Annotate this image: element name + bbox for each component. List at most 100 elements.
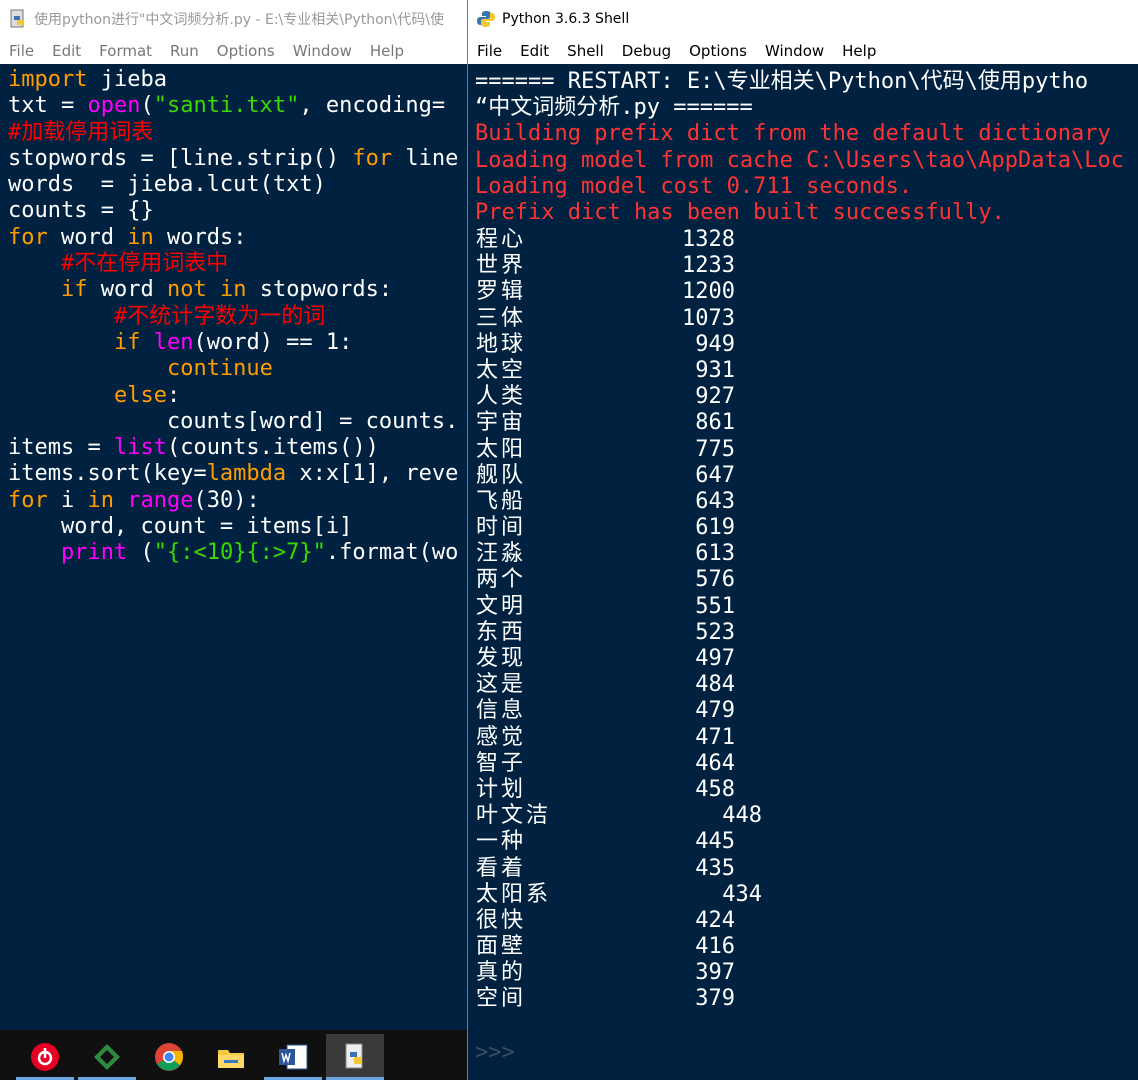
frequency-row: 两个 576 bbox=[476, 567, 762, 593]
count-cell: 1233 bbox=[682, 253, 735, 279]
stderr-line: Loading model cost 0.711 seconds. bbox=[475, 173, 913, 199]
frequency-row: 人类 927 bbox=[476, 384, 762, 410]
menu-edit[interactable]: Edit bbox=[43, 42, 90, 60]
count-cell: 445 bbox=[695, 829, 735, 855]
menu-debug[interactable]: Debug bbox=[613, 42, 680, 60]
menu-edit[interactable]: Edit bbox=[511, 42, 558, 60]
editor-window: 使用python进行"中文词频分析.py - E:\专业相关\Python\代码… bbox=[0, 0, 467, 1030]
count-cell: 416 bbox=[695, 934, 735, 960]
count-cell: 484 bbox=[695, 672, 735, 698]
count-cell: 497 bbox=[695, 646, 735, 671]
menu-help[interactable]: Help bbox=[833, 42, 885, 60]
editor-titlebar[interactable]: 使用python进行"中文词频分析.py - E:\专业相关\Python\代码… bbox=[0, 0, 467, 38]
frequency-row: 时间 619 bbox=[476, 515, 762, 541]
word-cell: 三体 bbox=[476, 305, 527, 331]
code-editor[interactable]: import jieba txt = open("santi.txt", enc… bbox=[8, 67, 458, 567]
frequency-row: 看着 435 bbox=[476, 856, 762, 882]
chrome-icon[interactable] bbox=[140, 1034, 198, 1080]
word-cell: 智子 bbox=[476, 750, 527, 776]
shell-titlebar[interactable]: Python 3.6.3 Shell bbox=[468, 0, 1138, 38]
count-cell: 523 bbox=[695, 619, 735, 645]
shell-title: Python 3.6.3 Shell bbox=[502, 11, 630, 27]
word-cell: 舰队 bbox=[476, 462, 527, 488]
word-cell: 宇宙 bbox=[476, 410, 527, 436]
count-cell: 861 bbox=[695, 410, 735, 436]
word-cell: 世界 bbox=[476, 253, 527, 279]
count-cell: 643 bbox=[695, 488, 735, 514]
count-cell: 479 bbox=[695, 698, 735, 724]
word-frequency-list: 程心 1328 世界 1233 罗辑 1200 三体 1073 地球 949 太空 931 人类 927 宇… bbox=[476, 227, 762, 1013]
shell-window: Python 3.6.3 Shell File Edit Shell Debug… bbox=[467, 0, 1138, 1080]
frequency-row: 东西 523 bbox=[476, 620, 762, 646]
menu-window[interactable]: Window bbox=[284, 42, 361, 60]
menu-shell[interactable]: Shell bbox=[558, 42, 613, 60]
dev-tool-icon[interactable] bbox=[78, 1034, 136, 1080]
menu-options[interactable]: Options bbox=[208, 42, 284, 60]
file-explorer-icon[interactable] bbox=[202, 1034, 260, 1080]
netease-music-icon[interactable] bbox=[16, 1034, 74, 1080]
word-icon[interactable] bbox=[264, 1034, 322, 1080]
word-cell: 真的 bbox=[476, 960, 527, 986]
frequency-row: 舰队 647 bbox=[476, 463, 762, 489]
count-cell: 448 bbox=[722, 803, 762, 829]
frequency-row: 太空 931 bbox=[476, 358, 762, 384]
menu-format[interactable]: Format bbox=[90, 42, 161, 60]
frequency-row: 面壁 416 bbox=[476, 934, 762, 960]
frequency-row: 汪淼 613 bbox=[476, 541, 762, 567]
taskbar bbox=[0, 1030, 467, 1080]
word-cell: 两个 bbox=[476, 567, 527, 593]
count-cell: 551 bbox=[695, 593, 735, 619]
word-cell: 叶文洁 bbox=[476, 803, 552, 829]
count-cell: 458 bbox=[695, 776, 735, 802]
menu-run[interactable]: Run bbox=[161, 42, 208, 60]
frequency-row: 宇宙 861 bbox=[476, 410, 762, 436]
word-cell: 发现 bbox=[476, 646, 527, 671]
word-cell: 看着 bbox=[476, 855, 527, 881]
count-cell: 1200 bbox=[682, 279, 735, 305]
word-cell: 程心 bbox=[476, 227, 527, 252]
menu-window[interactable]: Window bbox=[756, 42, 833, 60]
count-cell: 775 bbox=[695, 436, 735, 462]
frequency-row: 飞船 643 bbox=[476, 489, 762, 515]
word-cell: 汪淼 bbox=[476, 541, 527, 567]
frequency-row: 三体 1073 bbox=[476, 306, 762, 332]
word-cell: 信息 bbox=[476, 698, 527, 724]
shell-output: ====== RESTART: E:\专业相关\Python\代码\使用pyth… bbox=[475, 69, 1124, 226]
frequency-row: 感觉 471 bbox=[476, 725, 762, 751]
frequency-row: 太阳 775 bbox=[476, 437, 762, 463]
word-cell: 太阳系 bbox=[476, 881, 552, 907]
stderr-line: Building prefix dict from the default di… bbox=[475, 121, 1111, 147]
stderr-line: Prefix dict has been built successfully. bbox=[475, 200, 1005, 226]
count-cell: 379 bbox=[695, 986, 735, 1012]
word-cell: 太阳 bbox=[476, 436, 527, 462]
frequency-row: 发现 497 bbox=[476, 646, 762, 672]
count-cell: 397 bbox=[695, 960, 735, 986]
frequency-row: 空间 379 bbox=[476, 986, 762, 1012]
frequency-row: 地球 949 bbox=[476, 332, 762, 358]
python-file-icon bbox=[10, 9, 24, 28]
frequency-row: 信息 479 bbox=[476, 698, 762, 724]
count-cell: 647 bbox=[695, 462, 735, 488]
word-cell: 面壁 bbox=[476, 934, 527, 960]
count-cell: 434 bbox=[722, 881, 762, 907]
menu-file[interactable]: File bbox=[0, 42, 43, 60]
shell-prompt[interactable]: >>> bbox=[475, 1040, 515, 1065]
menu-help[interactable]: Help bbox=[361, 42, 413, 60]
restart-line: ====== RESTART: E:\专业相关\Python\代码\使用pyth… bbox=[475, 69, 1089, 94]
word-cell: 东西 bbox=[476, 619, 527, 645]
word-cell: 罗辑 bbox=[476, 279, 527, 305]
menu-options[interactable]: Options bbox=[680, 42, 756, 60]
count-cell: 471 bbox=[695, 724, 735, 750]
count-cell: 613 bbox=[695, 541, 735, 567]
frequency-row: 程心 1328 bbox=[476, 227, 762, 253]
count-cell: 1328 bbox=[682, 227, 735, 252]
frequency-row: 太阳系 434 bbox=[476, 882, 762, 908]
python-idle-icon[interactable] bbox=[326, 1034, 384, 1080]
word-cell: 这是 bbox=[476, 672, 527, 698]
restart-line-2: “中文词频分析.py ====== bbox=[475, 95, 753, 121]
word-cell: 人类 bbox=[476, 384, 527, 410]
python-logo-icon bbox=[477, 11, 495, 27]
menu-file[interactable]: File bbox=[468, 42, 511, 60]
word-cell: 地球 bbox=[476, 331, 527, 357]
frequency-row: 罗辑 1200 bbox=[476, 279, 762, 305]
